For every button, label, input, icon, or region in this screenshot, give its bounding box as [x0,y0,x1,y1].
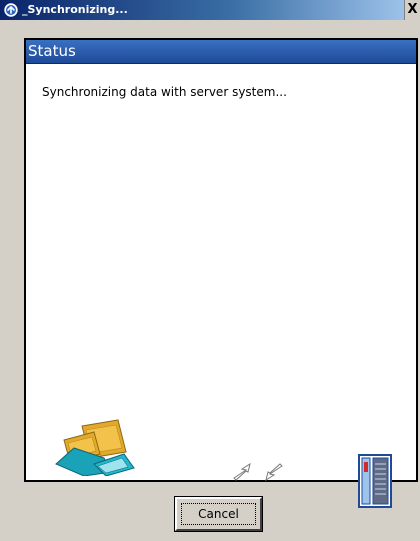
server-tower-icon [358,454,392,508]
handheld-devices-icon [55,419,135,476]
sync-dialog-window: _Synchronizing... X Status Synchronizing… [0,0,420,541]
status-message: Synchronizing data with server system... [42,85,287,99]
close-button[interactable]: X [404,0,420,20]
status-panel-title: Status [28,42,76,60]
close-icon: X [407,2,418,17]
status-panel: Status Synchronizing data with server sy… [24,38,418,508]
sync-icon [3,2,19,18]
status-panel-header: Status [26,40,416,64]
window-title: _Synchronizing... [22,3,128,16]
cancel-button-label: Cancel [198,507,239,521]
sync-arrows-icon [233,462,283,482]
cancel-button[interactable]: Cancel [174,496,263,532]
title-bar[interactable]: _Synchronizing... X [0,0,420,20]
